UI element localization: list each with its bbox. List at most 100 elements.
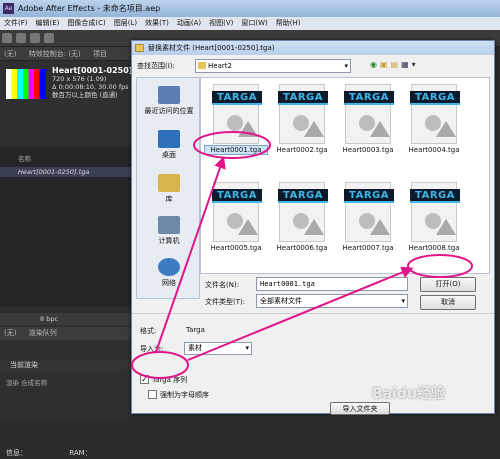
place-recent[interactable]: 最近访问的位置 bbox=[137, 86, 201, 116]
libraries-icon bbox=[158, 174, 180, 192]
file-name: Heart0003.tga bbox=[342, 146, 394, 154]
menu-item-1[interactable]: 编辑(E) bbox=[32, 17, 64, 30]
info-label: 信息： bbox=[6, 449, 27, 457]
project-item-row[interactable]: Heart[0001-0250].tga bbox=[0, 167, 132, 177]
app-title: Adobe After Effects - 未命名项目.aep bbox=[18, 4, 161, 13]
format-value: Targa bbox=[186, 326, 205, 334]
places-bar: 最近访问的位置 桌面 库 计算机 网络 bbox=[136, 77, 200, 299]
folder-icon bbox=[135, 44, 144, 52]
import-as-select[interactable]: 素材 ▾ bbox=[184, 342, 252, 355]
targa-sequence-checkbox[interactable]: ✓ bbox=[140, 375, 149, 384]
file-item[interactable]: TARGA Heart0001.tga bbox=[204, 80, 268, 174]
menu-item-4[interactable]: 效果(T) bbox=[141, 17, 173, 30]
tab-none[interactable]: (无) bbox=[4, 50, 16, 58]
look-in-value: Heart2 bbox=[208, 62, 232, 70]
info-bar: 信息： RAM： bbox=[0, 447, 132, 459]
look-in-dropdown[interactable]: Heart2 ▾ bbox=[195, 59, 351, 73]
app-title-bar: Ae Adobe After Effects - 未命名项目.aep bbox=[0, 0, 500, 17]
chevron-down-icon: ▾ bbox=[401, 297, 405, 305]
tga-file-icon: TARGA bbox=[344, 182, 394, 242]
file-list: TARGA Heart0001.tga TARGA Heart0002.tga TA… bbox=[200, 77, 490, 274]
tab-project[interactable]: 项目 bbox=[93, 50, 107, 58]
file-item[interactable]: TARGA Heart0008.tga bbox=[403, 178, 463, 272]
menu-item-3[interactable]: 图层(L) bbox=[110, 17, 141, 30]
tab-none-2[interactable]: (无) bbox=[4, 329, 16, 337]
computer-icon bbox=[158, 216, 180, 234]
up-folder-icon[interactable]: ▣ bbox=[380, 60, 391, 69]
zoom-tool-icon[interactable] bbox=[30, 33, 40, 43]
file-name: Heart0008.tga bbox=[408, 244, 460, 252]
recent-places-icon bbox=[158, 86, 180, 104]
file-item[interactable]: TARGA Heart0005.tga bbox=[205, 178, 265, 272]
file-item[interactable]: TARGA Heart0006.tga bbox=[271, 178, 331, 272]
bit-depth-toggle[interactable]: 8 bpc bbox=[0, 313, 132, 325]
chevron-down-icon: ▾ bbox=[245, 344, 249, 352]
project-list: 名称 Heart[0001-0250].tga bbox=[0, 147, 132, 307]
place-network[interactable]: 网络 bbox=[137, 258, 201, 288]
file-item[interactable]: TARGA Heart0003.tga bbox=[337, 80, 397, 174]
filename-label: 文件名(N): bbox=[205, 281, 240, 289]
tab-effect-controls[interactable]: 特效控制台: (无) bbox=[29, 50, 81, 58]
hand-tool-icon[interactable] bbox=[16, 33, 26, 43]
tga-file-icon: TARGA bbox=[212, 182, 262, 242]
footage-thumbnail bbox=[6, 69, 46, 99]
nav-toolbar: ◉▣▤▦▾ bbox=[370, 60, 419, 69]
ram-label: RAM： bbox=[69, 449, 92, 457]
ae-logo-icon: Ae bbox=[3, 3, 14, 14]
tab-render-queue[interactable]: 渲染队列 bbox=[29, 329, 57, 337]
file-item[interactable]: TARGA Heart0004.tga bbox=[403, 80, 463, 174]
cancel-button[interactable]: 取消 bbox=[420, 295, 476, 310]
menu-item-8[interactable]: 帮助(H) bbox=[272, 17, 305, 30]
filename-input[interactable]: Heart0001.tga bbox=[256, 277, 408, 291]
tga-file-icon: TARGA bbox=[278, 182, 328, 242]
tga-file-icon: TARGA bbox=[410, 182, 460, 242]
new-folder-icon[interactable]: ▤ bbox=[391, 60, 402, 69]
dialog-title: 替换素材文件 (Heart[0001-0250].tga) bbox=[148, 44, 275, 52]
render-columns: 渲染 合成名称 bbox=[6, 379, 48, 387]
rotate-tool-icon[interactable] bbox=[44, 33, 54, 43]
place-label: 网络 bbox=[162, 279, 176, 287]
place-libraries[interactable]: 库 bbox=[137, 174, 201, 204]
file-item[interactable]: TARGA Heart0007.tga bbox=[337, 178, 397, 272]
footage-color: 数百万以上颜色 (直通) bbox=[52, 91, 118, 99]
app-menu-bar: 文件(F) 编辑(E) 图像合成(C) 图层(L) 效果(T) 动画(A) 视图(V) 窗口(… bbox=[0, 17, 500, 30]
selection-tool-icon[interactable] bbox=[2, 33, 12, 43]
tga-file-icon: TARGA bbox=[212, 84, 262, 144]
file-name: Heart0004.tga bbox=[408, 146, 460, 154]
menu-item-7[interactable]: 窗口(W) bbox=[237, 17, 271, 30]
column-header-name[interactable]: 名称 bbox=[18, 153, 31, 163]
view-menu-icon[interactable]: ▦▾ bbox=[401, 60, 419, 69]
force-alphabetical-label: 强制为字母顺序 bbox=[160, 391, 209, 399]
place-label: 最近访问的位置 bbox=[144, 107, 194, 115]
project-panel: (无) 特效控制台: (无) 项目 Heart[0001-0250].tga 7… bbox=[0, 47, 150, 457]
menu-item-2[interactable]: 图像合成(C) bbox=[63, 17, 109, 30]
place-computer[interactable]: 计算机 bbox=[137, 216, 201, 246]
watermark: Baidu经验 bbox=[372, 386, 445, 402]
place-label: 桌面 bbox=[162, 151, 176, 159]
force-alphabetical-checkbox[interactable] bbox=[148, 390, 157, 399]
menu-item-6[interactable]: 视图(V) bbox=[205, 17, 237, 30]
open-button[interactable]: 打开(O) bbox=[420, 277, 476, 292]
footage-dims: 720 x 576 (1.09) bbox=[52, 75, 107, 83]
import-folder-button[interactable]: 导入文件夹 bbox=[330, 402, 390, 415]
filetype-select[interactable]: 全部素材文件 ▾ bbox=[256, 294, 408, 308]
network-icon bbox=[158, 258, 180, 276]
menu-item-0[interactable]: 文件(F) bbox=[0, 17, 32, 30]
panel-tabs: (无) 特效控制台: (无) 项目 bbox=[0, 47, 132, 61]
menu-item-5[interactable]: 动画(A) bbox=[173, 17, 205, 30]
replace-footage-dialog: 替换素材文件 (Heart[0001-0250].tga) 查找范围(I): H… bbox=[131, 40, 495, 415]
targa-sequence-label: Targa 序列 bbox=[152, 376, 188, 384]
file-item[interactable]: TARGA Heart0002.tga bbox=[271, 80, 331, 174]
back-icon[interactable]: ◉ bbox=[370, 60, 380, 69]
place-label: 库 bbox=[165, 195, 173, 203]
file-name: Heart0006.tga bbox=[276, 244, 328, 252]
place-desktop[interactable]: 桌面 bbox=[137, 130, 201, 160]
folder-icon bbox=[198, 62, 206, 69]
tga-file-icon: TARGA bbox=[410, 84, 460, 144]
filetype-label: 文件类型(T): bbox=[205, 298, 246, 306]
file-name: Heart0007.tga bbox=[342, 244, 394, 252]
file-name: Heart0002.tga bbox=[276, 146, 328, 154]
dialog-body: 查找范围(I): Heart2 ▾ ◉▣▤▦▾ 最近访问的位置 桌面 库 计算机… bbox=[132, 55, 494, 415]
import-as-value: 素材 bbox=[188, 344, 202, 352]
bottom-panel-tabs: (无) 渲染队列 bbox=[0, 327, 132, 340]
